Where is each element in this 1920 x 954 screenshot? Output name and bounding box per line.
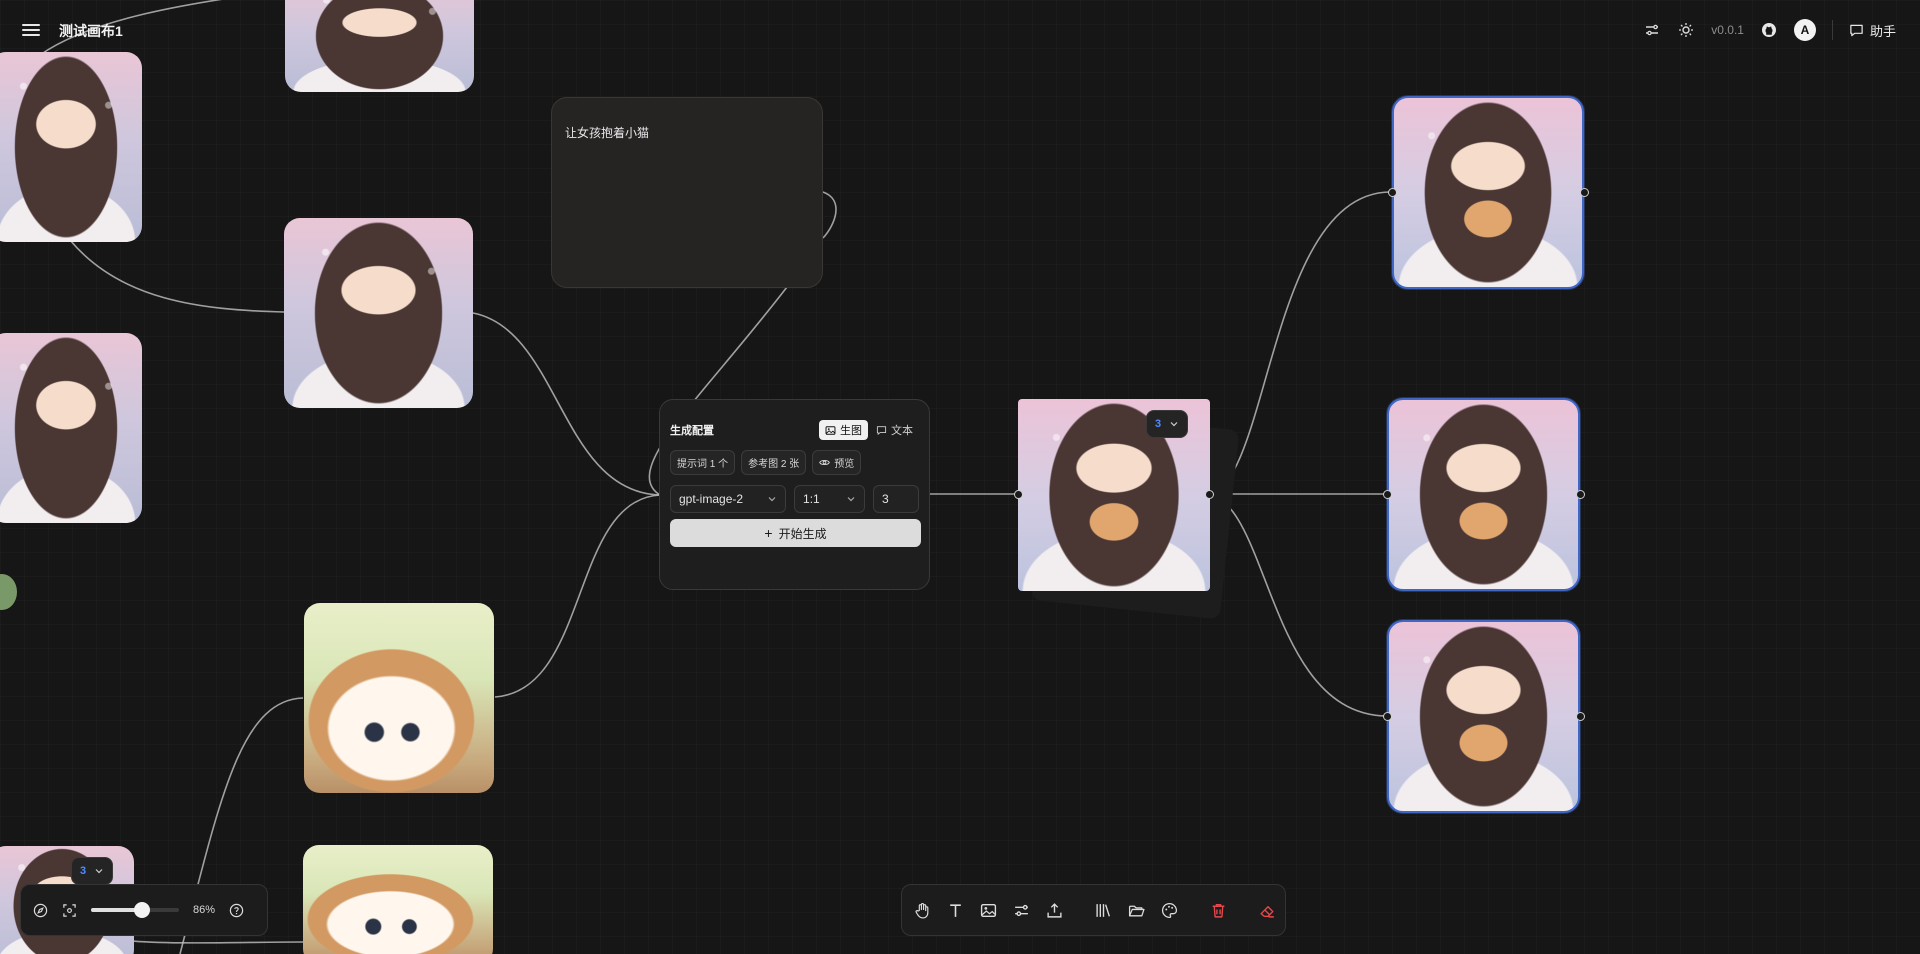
preview-label: 预览 xyxy=(834,459,855,470)
image-node[interactable] xyxy=(285,0,474,92)
trash-icon[interactable] xyxy=(1210,901,1227,919)
divider xyxy=(1831,20,1833,40)
tab-text-label: 文本 xyxy=(891,425,913,437)
bottom-count-value: 3 xyxy=(80,865,87,877)
bottom-count-badge[interactable]: 3 xyxy=(71,857,114,885)
generate-config-title: 生成配置 xyxy=(670,425,714,437)
preview-button[interactable]: 预览 xyxy=(812,450,862,475)
image-node[interactable] xyxy=(304,603,494,793)
github-icon[interactable] xyxy=(1760,21,1778,39)
connection-port[interactable] xyxy=(1388,188,1397,197)
version-label: v0.0.1 xyxy=(1711,23,1744,37)
menu-icon xyxy=(22,24,40,26)
edge xyxy=(472,312,661,496)
fit-screen-icon[interactable] xyxy=(62,903,77,918)
image-node[interactable] xyxy=(0,333,142,523)
message-icon xyxy=(876,425,887,435)
model-select[interactable]: gpt-image-2 xyxy=(670,485,787,513)
image-node[interactable] xyxy=(303,845,493,954)
edge xyxy=(69,239,285,313)
mode-switch: 生图 文本 xyxy=(819,420,919,440)
connection-port[interactable] xyxy=(1580,188,1589,197)
sun-icon[interactable] xyxy=(1677,21,1695,39)
menu-button[interactable] xyxy=(22,21,40,39)
connection-port[interactable] xyxy=(1576,490,1585,499)
minimap-dot[interactable] xyxy=(0,574,17,610)
reference-count-chip[interactable]: 参考图 2 张 xyxy=(741,450,807,475)
result-image-node[interactable] xyxy=(1387,620,1580,813)
prompt-text[interactable]: 让女孩抱着小猫 xyxy=(565,124,809,141)
topbar-actions: v0.0.1 A 助手 xyxy=(1643,16,1896,44)
zoom-slider-thumb[interactable] xyxy=(134,902,151,918)
compass-icon[interactable] xyxy=(33,903,48,918)
zoom-slider[interactable] xyxy=(91,902,179,918)
result-image-node[interactable] xyxy=(1387,398,1580,591)
output-count-value: 3 xyxy=(1155,418,1162,430)
start-generate-label: 开始生成 xyxy=(778,526,827,541)
image-node[interactable] xyxy=(284,218,473,408)
text-icon[interactable] xyxy=(947,901,964,919)
reference-count-label: 参考图 2 张 xyxy=(748,459,800,470)
upload-icon[interactable] xyxy=(1046,901,1063,919)
tab-image-mode[interactable]: 生图 xyxy=(819,420,868,440)
menu-icon-line xyxy=(22,34,40,36)
prompt-count-chip[interactable]: 提示词 1 个 xyxy=(670,450,736,475)
eraser-icon[interactable] xyxy=(1259,901,1276,919)
canvas-title[interactable]: 测试画布1 xyxy=(59,21,123,41)
canvas-toolbar xyxy=(901,884,1286,936)
output-count-badge[interactable]: 3 xyxy=(1146,410,1189,438)
zoom-value: 86% xyxy=(193,904,216,916)
edge xyxy=(119,939,304,944)
avatar[interactable]: A xyxy=(1793,19,1816,41)
image-icon[interactable] xyxy=(980,901,997,919)
palette-icon[interactable] xyxy=(1161,901,1178,919)
settings-sliders-icon[interactable] xyxy=(1643,21,1661,39)
connection-port[interactable] xyxy=(1205,490,1214,499)
prompt-count-label: 提示词 1 个 xyxy=(677,459,729,470)
connection-port[interactable] xyxy=(1383,712,1392,721)
tab-text-mode[interactable]: 文本 xyxy=(870,420,919,440)
tab-image-label: 生图 xyxy=(840,425,862,437)
result-image-node[interactable] xyxy=(1392,96,1584,289)
chevron-down-icon xyxy=(95,869,103,874)
connect-icon[interactable] xyxy=(1013,901,1030,919)
connection-port[interactable] xyxy=(1576,712,1585,721)
eye-icon xyxy=(819,459,831,466)
aspect-ratio-select[interactable]: 1:1 xyxy=(794,485,865,513)
model-value: gpt-image-2 xyxy=(679,492,744,506)
prompt-text-node[interactable]: 让女孩抱着小猫 xyxy=(551,97,823,288)
edge xyxy=(1209,493,1388,717)
connection-port[interactable] xyxy=(1014,490,1023,499)
connection-edges xyxy=(39,0,1393,954)
library-icon[interactable] xyxy=(1095,901,1112,919)
generate-config-node[interactable]: 生成配置 生图 文本 提示词 1 个 参考图 2 张 预览 gpt-image-… xyxy=(659,399,930,590)
menu-icon-line xyxy=(22,29,40,31)
edge xyxy=(822,191,837,239)
aspect-ratio-value: 1:1 xyxy=(803,492,820,506)
chevron-down-icon xyxy=(768,497,776,502)
chevron-down-icon xyxy=(847,497,855,502)
hand-icon[interactable] xyxy=(914,901,931,919)
folder-icon[interactable] xyxy=(1128,901,1145,919)
chevron-down-icon xyxy=(1170,422,1178,427)
image-node[interactable] xyxy=(0,52,142,242)
zoom-controls: 86% xyxy=(20,884,268,936)
image-icon xyxy=(825,425,836,435)
help-icon[interactable] xyxy=(229,903,244,918)
plus-icon: + xyxy=(764,525,773,541)
start-generate-button[interactable]: + 开始生成 xyxy=(670,519,921,547)
assistant-button[interactable]: 助手 xyxy=(1849,21,1896,40)
message-square-icon xyxy=(1850,24,1863,36)
edge xyxy=(494,494,661,698)
image-count-input[interactable] xyxy=(873,485,919,513)
connection-port[interactable] xyxy=(1383,490,1392,499)
assistant-label: 助手 xyxy=(1869,23,1896,39)
